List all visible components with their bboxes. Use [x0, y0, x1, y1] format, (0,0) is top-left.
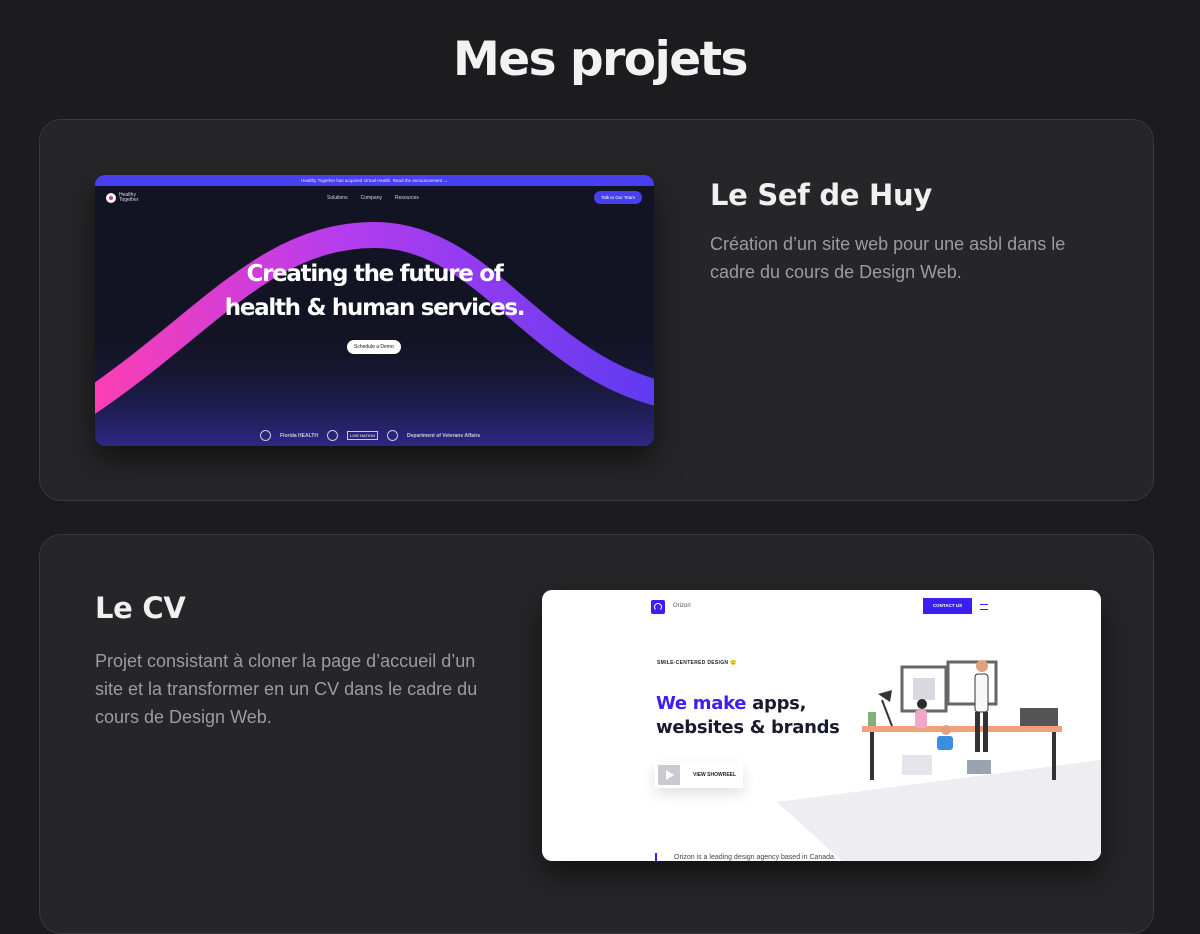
preview-demo-button: Schedule a Demo	[347, 340, 401, 354]
partner-logo-va: Department of Veterans Affairs	[407, 432, 481, 439]
partner-logo-icon	[260, 430, 271, 441]
project-description: Création d’un site web pour une asbl dan…	[710, 234, 1066, 282]
preview-partner-logos: Florida HEALTH LIVE NATION Department of…	[260, 430, 480, 441]
office-illustration	[777, 660, 1101, 861]
play-icon	[658, 765, 680, 785]
project-description: Projet consistant à cloner la page d’acc…	[95, 651, 478, 727]
preview-headline: Creating the future of health & human ser…	[224, 261, 526, 321]
partner-logo-icon	[326, 430, 338, 441]
project-title: Le Sef de Huy	[710, 178, 932, 212]
project-preview-image[interactable]: Healthy Together has acquired Virtual He…	[95, 175, 654, 446]
project-preview-image[interactable]: Orizon CONTACT US SMILE-CENTERED DESIGN …	[542, 590, 1101, 861]
partner-logo-livenation: LIVE NATION	[346, 431, 379, 440]
project-card-le-cv[interactable]: Le CV Projet consistant à cloner la page…	[39, 534, 1154, 934]
preview-showreel-label: VIEW SHOWREEL	[693, 772, 737, 778]
accent-bar	[655, 853, 657, 861]
partner-logo-florida: Florida HEALTH	[280, 432, 318, 439]
partner-logo-icon	[387, 430, 399, 441]
preview-showreel-button: VIEW SHOWREEL	[655, 762, 743, 788]
preview-bottom-text: Orizon is a leading design agency based …	[674, 854, 836, 861]
project-title: Le CV	[95, 591, 186, 625]
project-card-sef-de-huy[interactable]: Healthy Together has acquired Virtual He…	[39, 119, 1154, 501]
page-title: Mes projets	[452, 32, 749, 87]
